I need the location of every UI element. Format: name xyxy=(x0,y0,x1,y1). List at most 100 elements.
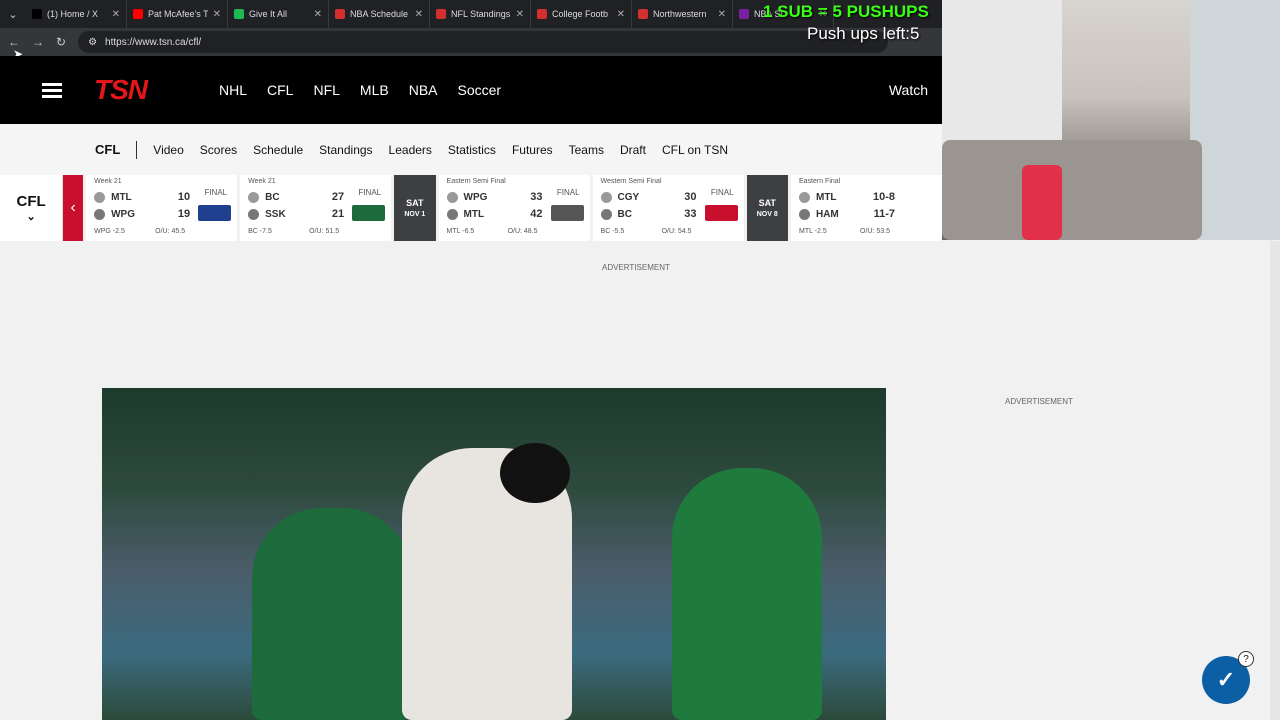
close-icon[interactable]: ✕ xyxy=(314,9,322,20)
subnav-draft[interactable]: Draft xyxy=(620,143,646,157)
game-odds: MTL -6.5 xyxy=(446,228,475,235)
game-card[interactable]: Eastern Semi Final WPG 33 MTL 42 FINAL MTL -6.… xyxy=(438,175,590,241)
team-abbr: BC xyxy=(265,191,280,203)
subnav-standings[interactable]: Standings xyxy=(319,143,372,157)
url-field[interactable]: ⚙ https://www.tsn.ca/cfl/ xyxy=(78,31,889,53)
webcam-heater xyxy=(1022,165,1062,240)
browser-tab[interactable]: Northwestern ✕ xyxy=(632,0,733,28)
game-over-under: O/U: 48.5 xyxy=(507,228,538,235)
webcam-couch xyxy=(942,140,1202,240)
winner-logo-icon xyxy=(550,205,584,221)
team-score: 11-7 xyxy=(873,208,895,220)
hero-image[interactable] xyxy=(102,388,886,720)
team-score: 33 xyxy=(530,191,543,203)
help-icon[interactable]: ? xyxy=(1238,651,1254,667)
team-score: 10-8 xyxy=(872,191,895,203)
chevron-down-icon: ⌄ xyxy=(26,211,36,223)
subnav-schedule[interactable]: Schedule xyxy=(253,143,303,157)
game-status: FINAL xyxy=(710,188,734,197)
close-icon[interactable]: ✕ xyxy=(213,9,221,20)
team-row: WPG 33 xyxy=(446,191,543,203)
game-over-under: O/U: 54.5 xyxy=(661,228,692,235)
browser-tab[interactable]: College Footb ✕ xyxy=(531,0,632,28)
game-odds: BC -5.5 xyxy=(600,228,625,235)
forward-icon[interactable]: → xyxy=(32,35,44,49)
team-abbr: MTL xyxy=(815,191,837,203)
team-abbr: HAM xyxy=(815,208,839,220)
winner-logo-icon xyxy=(704,205,738,221)
game-card[interactable]: Western Semi Final CGY 30 BC 33 FINAL BC -5.5 O… xyxy=(592,175,744,241)
game-card[interactable]: Week 21 MTL 10 WPG 19 FINAL WPG -2.5 O/U: 45.5 xyxy=(86,175,238,241)
team-logo-icon xyxy=(798,208,810,220)
game-status: FINAL xyxy=(358,188,382,197)
subnav-cfl-on-tsn[interactable]: CFL on TSN xyxy=(662,143,728,157)
subnav-video[interactable]: Video xyxy=(153,143,183,157)
nav-cfl[interactable]: CFL xyxy=(267,82,293,98)
tab-title: Give It All xyxy=(249,9,288,19)
nav-nhl[interactable]: NHL xyxy=(219,82,247,98)
team-abbr: WPG xyxy=(111,208,135,220)
chevron-left-icon: ‹ xyxy=(70,199,76,216)
subnav-title[interactable]: CFL xyxy=(95,142,120,157)
reload-icon[interactable]: ↻ xyxy=(56,35,66,49)
team-logo-icon xyxy=(600,208,612,220)
nav-nfl[interactable]: NFL xyxy=(313,82,339,98)
team-score: 33 xyxy=(684,208,697,220)
team-row: MTL 10-8 xyxy=(798,191,895,203)
date-day: SAT xyxy=(406,198,424,208)
page-scrollbar[interactable] xyxy=(1270,241,1280,720)
browser-tab[interactable]: (1) Home / X ✕ xyxy=(26,0,127,28)
date-divider: SAT NOV 8 xyxy=(746,175,788,241)
game-card[interactable]: Week 21 BC 27 SSK 21 FINAL BC -7.5 O/U: 51.5 xyxy=(240,175,392,241)
game-status: FINAL xyxy=(556,188,580,197)
team-row: MTL 42 xyxy=(446,208,543,220)
scores-prev-button[interactable]: ‹ xyxy=(63,175,84,241)
close-icon[interactable]: ✕ xyxy=(415,9,423,20)
tab-favicon-icon xyxy=(133,9,143,19)
game-odds: WPG -2.5 xyxy=(94,228,125,235)
sport-selector[interactable]: CFL ⌄ xyxy=(0,175,64,241)
tsn-logo[interactable]: TSN xyxy=(94,74,148,106)
close-icon[interactable]: ✕ xyxy=(112,9,120,20)
browser-tab[interactable]: Pat McAfee's T ✕ xyxy=(127,0,228,28)
team-abbr: CGY xyxy=(617,191,640,203)
subnav-divider xyxy=(136,140,138,159)
scores-strip: CFL ⌄ ‹ Week 21 MTL 10 WPG 19 FINAL WPG -2.5 O/… xyxy=(0,175,942,241)
tab-favicon-icon xyxy=(739,9,749,19)
close-icon[interactable]: ✕ xyxy=(718,9,726,20)
team-logo-icon xyxy=(600,191,612,203)
nav-nba[interactable]: NBA xyxy=(409,82,438,98)
subnav-futures[interactable]: Futures xyxy=(512,143,553,157)
subnav-leaders[interactable]: Leaders xyxy=(389,143,432,157)
site-header: TSN NHL CFL NFL MLB NBA Soccer Watch xyxy=(0,56,942,124)
game-card[interactable]: Eastern Final MTL 10-8 HAM 11-7 MTL -2.5 O/U: … xyxy=(790,175,942,241)
tab-title: Northwestern xyxy=(653,9,707,19)
game-over-under: O/U: 53.5 xyxy=(860,228,890,235)
tab-title: NFL Standings xyxy=(451,9,511,19)
browser-tab[interactable]: NFL Standings ✕ xyxy=(430,0,531,28)
close-icon[interactable]: ✕ xyxy=(516,9,524,20)
browser-tab[interactable]: NBA Schedule ✕ xyxy=(329,0,430,28)
site-info-icon[interactable]: ⚙ xyxy=(88,37,97,48)
browser-tab[interactable]: Give It All ✕ xyxy=(228,0,329,28)
game-label: Week 21 xyxy=(94,178,122,185)
game-odds: BC -7.5 xyxy=(248,228,272,235)
sport-label: CFL xyxy=(16,193,46,210)
nav-mlb[interactable]: MLB xyxy=(360,82,389,98)
tab-favicon-icon xyxy=(234,9,244,19)
subnav-teams[interactable]: Teams xyxy=(569,143,604,157)
team-row: BC 27 xyxy=(248,191,344,203)
date-day: SAT xyxy=(758,198,776,208)
hamburger-menu-icon[interactable] xyxy=(42,80,62,101)
tab-search-button[interactable]: ⌄ xyxy=(0,0,26,28)
subnav-scores[interactable]: Scores xyxy=(200,143,237,157)
tab-favicon-icon xyxy=(537,9,547,19)
nav-soccer[interactable]: Soccer xyxy=(458,82,502,98)
watch-link[interactable]: Watch xyxy=(889,82,928,98)
subnav-statistics[interactable]: Statistics xyxy=(448,143,496,157)
close-icon[interactable]: ✕ xyxy=(617,9,625,20)
tab-favicon-icon xyxy=(335,9,345,19)
winner-logo-icon xyxy=(902,205,936,221)
team-logo-icon xyxy=(94,191,106,203)
game-odds: MTL -2.5 xyxy=(798,228,827,235)
